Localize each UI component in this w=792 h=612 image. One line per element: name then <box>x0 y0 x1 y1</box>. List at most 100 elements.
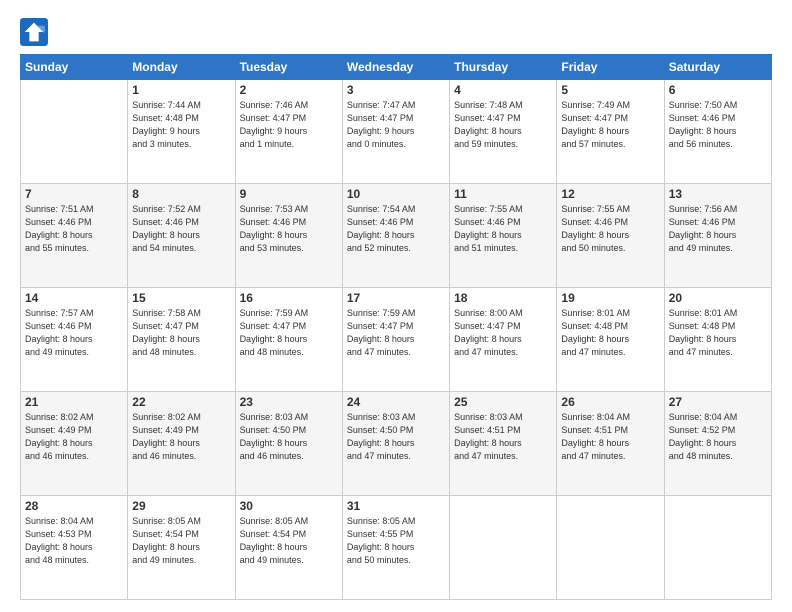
day-number: 22 <box>132 395 230 409</box>
day-number: 26 <box>561 395 659 409</box>
day-info: Sunrise: 8:03 AM Sunset: 4:50 PM Dayligh… <box>347 411 445 463</box>
week-row-4: 21 Sunrise: 8:02 AM Sunset: 4:49 PM Dayli… <box>21 392 772 496</box>
day-number: 17 <box>347 291 445 305</box>
logo <box>20 18 52 46</box>
day-number: 21 <box>25 395 123 409</box>
day-number: 8 <box>132 187 230 201</box>
day-info: Sunrise: 8:05 AM Sunset: 4:55 PM Dayligh… <box>347 515 445 567</box>
day-info: Sunrise: 7:44 AM Sunset: 4:48 PM Dayligh… <box>132 99 230 151</box>
day-cell: 31 Sunrise: 8:05 AM Sunset: 4:55 PM Dayli… <box>342 496 449 600</box>
day-number: 6 <box>669 83 767 97</box>
day-cell: 3 Sunrise: 7:47 AM Sunset: 4:47 PM Daylig… <box>342 80 449 184</box>
day-cell <box>21 80 128 184</box>
day-cell: 23 Sunrise: 8:03 AM Sunset: 4:50 PM Dayli… <box>235 392 342 496</box>
day-info: Sunrise: 8:02 AM Sunset: 4:49 PM Dayligh… <box>132 411 230 463</box>
day-number: 27 <box>669 395 767 409</box>
week-row-2: 7 Sunrise: 7:51 AM Sunset: 4:46 PM Daylig… <box>21 184 772 288</box>
day-number: 14 <box>25 291 123 305</box>
day-info: Sunrise: 8:05 AM Sunset: 4:54 PM Dayligh… <box>240 515 338 567</box>
day-header-friday: Friday <box>557 55 664 80</box>
day-cell <box>664 496 771 600</box>
day-number: 16 <box>240 291 338 305</box>
day-info: Sunrise: 7:51 AM Sunset: 4:46 PM Dayligh… <box>25 203 123 255</box>
day-number: 3 <box>347 83 445 97</box>
day-cell: 17 Sunrise: 7:59 AM Sunset: 4:47 PM Dayli… <box>342 288 449 392</box>
calendar-page: SundayMondayTuesdayWednesdayThursdayFrid… <box>0 0 792 612</box>
day-number: 1 <box>132 83 230 97</box>
day-header-wednesday: Wednesday <box>342 55 449 80</box>
day-number: 23 <box>240 395 338 409</box>
day-number: 19 <box>561 291 659 305</box>
day-number: 5 <box>561 83 659 97</box>
day-cell: 22 Sunrise: 8:02 AM Sunset: 4:49 PM Dayli… <box>128 392 235 496</box>
day-number: 30 <box>240 499 338 513</box>
day-info: Sunrise: 7:59 AM Sunset: 4:47 PM Dayligh… <box>347 307 445 359</box>
day-header-thursday: Thursday <box>450 55 557 80</box>
day-info: Sunrise: 7:53 AM Sunset: 4:46 PM Dayligh… <box>240 203 338 255</box>
day-info: Sunrise: 7:55 AM Sunset: 4:46 PM Dayligh… <box>561 203 659 255</box>
day-cell: 18 Sunrise: 8:00 AM Sunset: 4:47 PM Dayli… <box>450 288 557 392</box>
week-row-1: 1 Sunrise: 7:44 AM Sunset: 4:48 PM Daylig… <box>21 80 772 184</box>
day-info: Sunrise: 8:00 AM Sunset: 4:47 PM Dayligh… <box>454 307 552 359</box>
day-cell: 28 Sunrise: 8:04 AM Sunset: 4:53 PM Dayli… <box>21 496 128 600</box>
day-info: Sunrise: 8:01 AM Sunset: 4:48 PM Dayligh… <box>669 307 767 359</box>
day-cell: 10Sunrise: 7:54 AM Sunset: 4:46 PM Dayli… <box>342 184 449 288</box>
day-number: 25 <box>454 395 552 409</box>
day-cell: 24 Sunrise: 8:03 AM Sunset: 4:50 PM Dayli… <box>342 392 449 496</box>
day-number: 18 <box>454 291 552 305</box>
day-number: 9 <box>240 187 338 201</box>
day-cell: 4 Sunrise: 7:48 AM Sunset: 4:47 PM Daylig… <box>450 80 557 184</box>
day-info: Sunrise: 8:02 AM Sunset: 4:49 PM Dayligh… <box>25 411 123 463</box>
day-cell: 2Sunrise: 7:46 AM Sunset: 4:47 PM Daylig… <box>235 80 342 184</box>
day-info: Sunrise: 7:49 AM Sunset: 4:47 PM Dayligh… <box>561 99 659 151</box>
day-info: Sunrise: 8:04 AM Sunset: 4:52 PM Dayligh… <box>669 411 767 463</box>
day-cell: 6 Sunrise: 7:50 AM Sunset: 4:46 PM Daylig… <box>664 80 771 184</box>
day-cell: 25 Sunrise: 8:03 AM Sunset: 4:51 PM Dayli… <box>450 392 557 496</box>
day-cell: 11 Sunrise: 7:55 AM Sunset: 4:46 PM Dayli… <box>450 184 557 288</box>
day-cell: 29Sunrise: 8:05 AM Sunset: 4:54 PM Dayli… <box>128 496 235 600</box>
day-cell: 8Sunrise: 7:52 AM Sunset: 4:46 PM Daylig… <box>128 184 235 288</box>
day-number: 28 <box>25 499 123 513</box>
day-cell: 13 Sunrise: 7:56 AM Sunset: 4:46 PM Dayli… <box>664 184 771 288</box>
day-cell: 21 Sunrise: 8:02 AM Sunset: 4:49 PM Dayli… <box>21 392 128 496</box>
day-number: 13 <box>669 187 767 201</box>
day-info: Sunrise: 7:47 AM Sunset: 4:47 PM Dayligh… <box>347 99 445 151</box>
week-row-3: 14 Sunrise: 7:57 AM Sunset: 4:46 PM Dayli… <box>21 288 772 392</box>
day-cell: 7 Sunrise: 7:51 AM Sunset: 4:46 PM Daylig… <box>21 184 128 288</box>
day-cell: 30 Sunrise: 8:05 AM Sunset: 4:54 PM Dayli… <box>235 496 342 600</box>
day-header-sunday: Sunday <box>21 55 128 80</box>
day-info: Sunrise: 7:59 AM Sunset: 4:47 PM Dayligh… <box>240 307 338 359</box>
day-info: Sunrise: 7:58 AM Sunset: 4:47 PM Dayligh… <box>132 307 230 359</box>
day-info: Sunrise: 8:03 AM Sunset: 4:50 PM Dayligh… <box>240 411 338 463</box>
day-cell: 12Sunrise: 7:55 AM Sunset: 4:46 PM Dayli… <box>557 184 664 288</box>
week-row-5: 28 Sunrise: 8:04 AM Sunset: 4:53 PM Dayli… <box>21 496 772 600</box>
day-header-tuesday: Tuesday <box>235 55 342 80</box>
logo-icon <box>20 18 48 46</box>
day-cell: 16 Sunrise: 7:59 AM Sunset: 4:47 PM Dayli… <box>235 288 342 392</box>
day-cell: 19Sunrise: 8:01 AM Sunset: 4:48 PM Dayli… <box>557 288 664 392</box>
header-row: SundayMondayTuesdayWednesdayThursdayFrid… <box>21 55 772 80</box>
day-info: Sunrise: 7:55 AM Sunset: 4:46 PM Dayligh… <box>454 203 552 255</box>
day-info: Sunrise: 7:48 AM Sunset: 4:47 PM Dayligh… <box>454 99 552 151</box>
day-info: Sunrise: 8:05 AM Sunset: 4:54 PM Dayligh… <box>132 515 230 567</box>
day-cell: 15 Sunrise: 7:58 AM Sunset: 4:47 PM Dayli… <box>128 288 235 392</box>
day-header-saturday: Saturday <box>664 55 771 80</box>
day-number: 11 <box>454 187 552 201</box>
day-info: Sunrise: 7:46 AM Sunset: 4:47 PM Dayligh… <box>240 99 338 151</box>
day-number: 24 <box>347 395 445 409</box>
day-info: Sunrise: 8:03 AM Sunset: 4:51 PM Dayligh… <box>454 411 552 463</box>
day-info: Sunrise: 7:57 AM Sunset: 4:46 PM Dayligh… <box>25 307 123 359</box>
day-cell <box>450 496 557 600</box>
day-number: 20 <box>669 291 767 305</box>
day-number: 4 <box>454 83 552 97</box>
day-info: Sunrise: 8:04 AM Sunset: 4:53 PM Dayligh… <box>25 515 123 567</box>
day-number: 7 <box>25 187 123 201</box>
day-cell: 20 Sunrise: 8:01 AM Sunset: 4:48 PM Dayli… <box>664 288 771 392</box>
day-number: 15 <box>132 291 230 305</box>
day-info: Sunrise: 7:50 AM Sunset: 4:46 PM Dayligh… <box>669 99 767 151</box>
day-cell: 14 Sunrise: 7:57 AM Sunset: 4:46 PM Dayli… <box>21 288 128 392</box>
day-number: 31 <box>347 499 445 513</box>
day-info: Sunrise: 7:56 AM Sunset: 4:46 PM Dayligh… <box>669 203 767 255</box>
day-cell: 27 Sunrise: 8:04 AM Sunset: 4:52 PM Dayli… <box>664 392 771 496</box>
day-cell: 9 Sunrise: 7:53 AM Sunset: 4:46 PM Daylig… <box>235 184 342 288</box>
